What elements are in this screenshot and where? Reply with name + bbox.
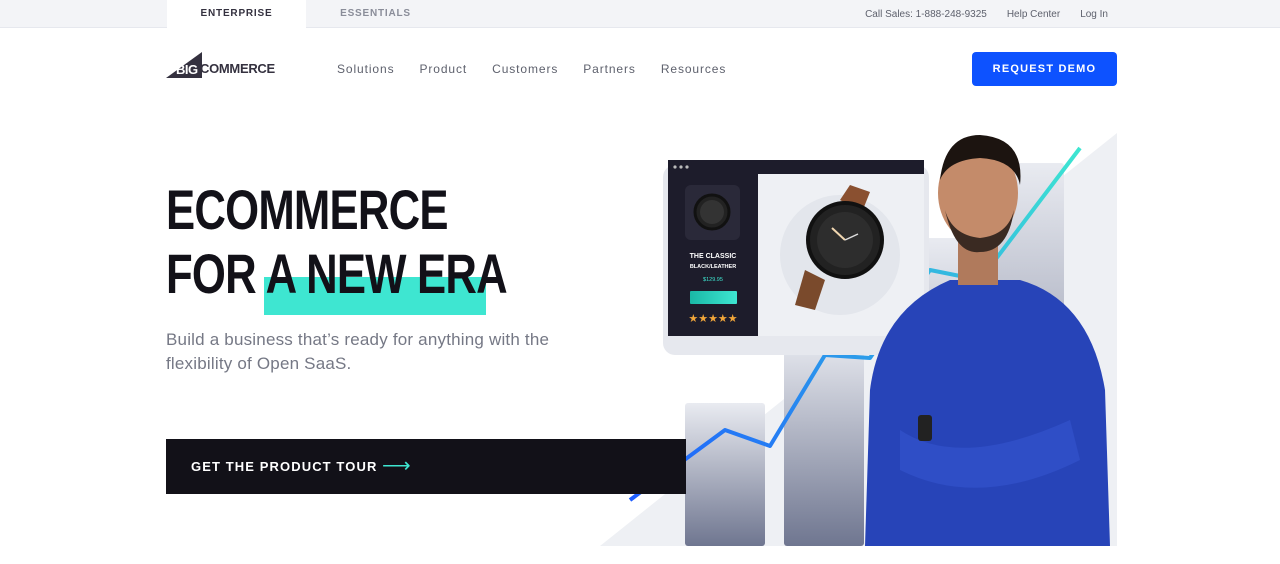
hero-title: ECOMMERCE FOR A NEW ERA (166, 178, 508, 306)
logo-big-text: BIG (176, 62, 198, 77)
nav-customers[interactable]: Customers (492, 62, 558, 76)
chart-bar-2 (784, 335, 864, 546)
chart-bar-1 (685, 403, 765, 546)
utility-bar: ENTERPRISE ESSENTIALS Call Sales: 1-888-… (0, 0, 1280, 29)
product-name: THE CLASSIC (690, 253, 737, 260)
help-center-link[interactable]: Help Center (1007, 9, 1060, 20)
rating-stars-icon: ★★★★★ (688, 312, 737, 325)
hero-title-line-2: FOR A NEW ERA (166, 242, 508, 305)
utility-links: Call Sales: 1-888-248-9325 Help Center L… (865, 0, 1108, 28)
nav-solutions[interactable]: Solutions (337, 62, 394, 76)
arrow-right-icon: ⟶ (382, 455, 411, 477)
product-window: THE CLASSIC BLACK/LEATHER $129.95 ★★★★★ (663, 160, 929, 355)
main-nav: BIG COMMERCE Solutions Product Customers… (0, 29, 1280, 109)
nav-product[interactable]: Product (419, 62, 467, 76)
tab-enterprise[interactable]: ENTERPRISE (167, 0, 306, 29)
bigcommerce-logo[interactable]: BIG COMMERCE (166, 52, 282, 80)
product-price: $129.95 (703, 277, 723, 283)
request-demo-button[interactable]: REQUEST DEMO (972, 52, 1117, 86)
logo-commerce-text: COMMERCE (200, 61, 275, 76)
log-in-link[interactable]: Log In (1080, 9, 1108, 20)
product-variant: BLACK/LEATHER (690, 264, 736, 270)
product-tour-label: GET THE PRODUCT TOUR (191, 459, 378, 474)
hero-subtitle: Build a business that’s ready for anythi… (166, 330, 550, 373)
add-to-cart-button[interactable] (690, 291, 737, 304)
call-sales-link[interactable]: Call Sales: 1-888-248-9325 (865, 9, 987, 20)
hero-title-line-1: ECOMMERCE (166, 178, 449, 241)
nav-links: Solutions Product Customers Partners Res… (337, 62, 751, 76)
nav-resources[interactable]: Resources (661, 62, 726, 76)
tab-essentials[interactable]: ESSENTIALS (306, 0, 445, 28)
nav-partners[interactable]: Partners (583, 62, 636, 76)
product-tour-button[interactable]: GET THE PRODUCT TOUR ⟶ (166, 439, 686, 494)
